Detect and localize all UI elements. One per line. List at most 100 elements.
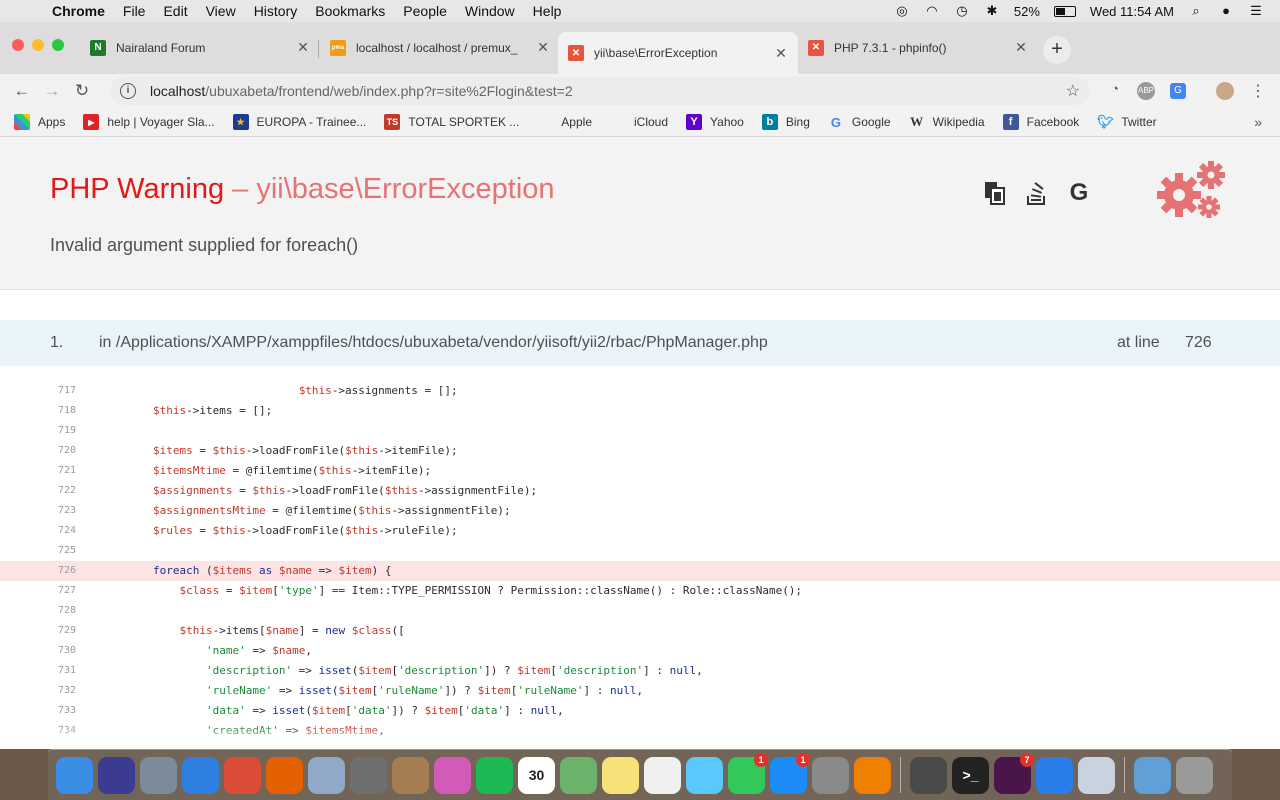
menu-help[interactable]: Help [533, 3, 562, 19]
bookmark-bing[interactable]: b Bing [761, 114, 810, 130]
minimize-window-button[interactable] [32, 39, 44, 51]
menu-file[interactable]: File [123, 3, 146, 19]
dock-preview-icon[interactable] [308, 756, 345, 794]
dock-safari-icon[interactable] [182, 756, 219, 794]
reload-icon[interactable]: ↻ [67, 81, 97, 101]
dock-contacts-icon[interactable] [392, 756, 429, 794]
spotlight-search-icon[interactable]: ⌕ [1188, 4, 1204, 18]
bookmark-twitter[interactable]: 🐦︎ Twitter [1097, 114, 1157, 130]
error-class: yii\base\ErrorException [256, 173, 555, 205]
dock-slack-icon[interactable]: 7 [994, 752, 1034, 794]
close-tab-icon[interactable]: ✕ [536, 39, 550, 56]
dock-photos-icon[interactable] [644, 756, 681, 794]
page-content: PHP Warning – yii\base\ErrorException In… [0, 137, 1280, 749]
bookmark-total-sportek[interactable]: TS TOTAL SPORTEK ... [384, 114, 519, 130]
google-search-icon[interactable]: G [1067, 179, 1091, 207]
bookmark-google[interactable]: G Google [828, 114, 891, 130]
bookmark-apple[interactable]: Apple [537, 114, 592, 130]
wifi-icon[interactable]: ◠ [924, 4, 940, 18]
macos-dock: 30 1 1 >_ 7 [48, 749, 1232, 800]
speed-gauge-extension-icon[interactable]: ◔ [1105, 81, 1125, 96]
menu-window[interactable]: Window [465, 3, 515, 19]
adblock-plus-icon[interactable]: ABP [1137, 82, 1155, 100]
battery-percent[interactable]: 52% [1014, 4, 1040, 19]
stackoverflow-search-icon[interactable] [1025, 179, 1049, 207]
google-translate-icon[interactable]: G [1170, 83, 1186, 99]
dock-app-store-icon[interactable]: 1 [770, 752, 810, 794]
copy-stacktrace-icon[interactable] [983, 179, 1007, 207]
tab-phpmyadmin[interactable]: pma localhost / localhost / premux_ ✕ [320, 32, 560, 63]
dock-maps-pin-icon[interactable] [1036, 756, 1073, 794]
bookmark-label: iCloud [634, 115, 669, 129]
menu-view[interactable]: View [206, 3, 236, 19]
dock-spotify-icon[interactable] [476, 756, 513, 794]
dock-facetime-icon[interactable]: 1 [728, 752, 768, 794]
creative-cloud-icon[interactable]: ◎ [894, 4, 910, 18]
dock-finder-icon[interactable] [56, 756, 93, 794]
bookmark-star-icon[interactable]: ☆ [1066, 81, 1080, 101]
back-arrow-icon[interactable]: ← [7, 81, 37, 101]
tab-title: PHP 7.3.1 - phpinfo() [834, 40, 947, 55]
bookmark-label: Yahoo [710, 115, 744, 129]
bookmark-label: Facebook [1026, 115, 1080, 129]
dock-firefox-icon[interactable] [266, 756, 303, 794]
code-line: 725 [0, 541, 1280, 561]
dock-settings-utility-icon[interactable] [1078, 756, 1115, 794]
bookmarks-overflow-icon[interactable]: » [1254, 114, 1262, 130]
close-tab-icon[interactable]: ✕ [1014, 39, 1028, 56]
menu-bookmarks[interactable]: Bookmarks [315, 3, 385, 19]
notification-center-icon[interactable]: ☰ [1248, 4, 1264, 18]
dock-calculator-icon[interactable] [350, 756, 387, 794]
call-stack-item[interactable]: 1. in /Applications/XAMPP/xamppfiles/htd… [0, 320, 1280, 366]
dock-sublime-text-icon[interactable] [910, 756, 947, 794]
new-tab-button[interactable]: + [1043, 36, 1071, 64]
bookmark-yahoo[interactable]: Y Yahoo [686, 114, 744, 130]
tab-error-exception[interactable]: ✕ yii\base\ErrorException ✕ [558, 32, 798, 74]
bookmark-wikipedia[interactable]: W Wikipedia [909, 114, 985, 130]
menu-people[interactable]: People [403, 3, 447, 19]
bookmark-label: Wikipedia [932, 115, 985, 129]
profile-avatar[interactable] [1216, 82, 1234, 100]
dock-system-preferences-icon[interactable] [812, 756, 849, 794]
bluetooth-icon[interactable]: ✱ [984, 4, 1000, 18]
dock-messages-icon[interactable] [686, 756, 723, 794]
menu-edit[interactable]: Edit [163, 3, 187, 19]
dock-terminal-icon[interactable]: >_ [952, 756, 989, 794]
dock-chrome-icon[interactable] [224, 756, 261, 794]
bookmark-europa[interactable]: ★ EUROPA - Trainee... [232, 114, 366, 130]
bookmark-voyager[interactable]: ▶ help | Voyager Sla... [83, 114, 215, 130]
dock-trash-icon[interactable] [1176, 756, 1213, 794]
tab-nairaland[interactable]: N Nairaland Forum ✕ [80, 32, 320, 63]
menubar-clock[interactable]: Wed 11:54 AM [1090, 4, 1174, 19]
chrome-menu-icon[interactable]: ⋮ [1248, 81, 1268, 101]
dock-downloads-icon[interactable] [1134, 756, 1171, 794]
dock-vlc-icon[interactable] [854, 756, 891, 794]
code-text: $this->items[$name] = new $class([ [179, 624, 405, 637]
dock-launchpad-icon[interactable] [140, 756, 177, 794]
forward-arrow-icon[interactable]: → [37, 81, 67, 101]
zoom-window-button[interactable] [52, 39, 64, 51]
menu-history[interactable]: History [254, 3, 298, 19]
dock-itunes-icon[interactable] [434, 756, 471, 794]
bookmark-icloud[interactable]: iCloud [610, 114, 668, 130]
close-window-button[interactable] [12, 39, 24, 51]
bookmark-apps[interactable]: Apps [14, 114, 65, 130]
tab-phpinfo[interactable]: ✕ PHP 7.3.1 - phpinfo() ✕ [798, 32, 1038, 63]
dock-siri-icon[interactable] [98, 756, 135, 794]
battery-icon[interactable] [1053, 5, 1076, 17]
notification-badge: 1 [796, 752, 810, 767]
menu-app-name[interactable]: Chrome [52, 3, 105, 19]
bookmark-facebook[interactable]: f Facebook [1002, 114, 1080, 130]
close-tab-icon[interactable]: ✕ [296, 39, 310, 56]
close-tab-icon[interactable]: ✕ [774, 45, 788, 62]
error-header: PHP Warning – yii\base\ErrorException In… [0, 137, 1280, 290]
siri-icon[interactable]: ● [1218, 4, 1234, 18]
time-machine-icon[interactable]: ◷ [954, 4, 970, 18]
address-bar[interactable]: i localhost/ubuxabeta/frontend/web/index… [110, 77, 1090, 105]
site-info-icon[interactable]: i [120, 83, 136, 99]
dock-maps-icon[interactable] [560, 756, 597, 794]
bing-icon: b [761, 114, 778, 130]
apps-grid-icon [14, 114, 30, 130]
dock-calendar-icon[interactable]: 30 [518, 756, 555, 794]
dock-notes-icon[interactable] [602, 756, 639, 794]
